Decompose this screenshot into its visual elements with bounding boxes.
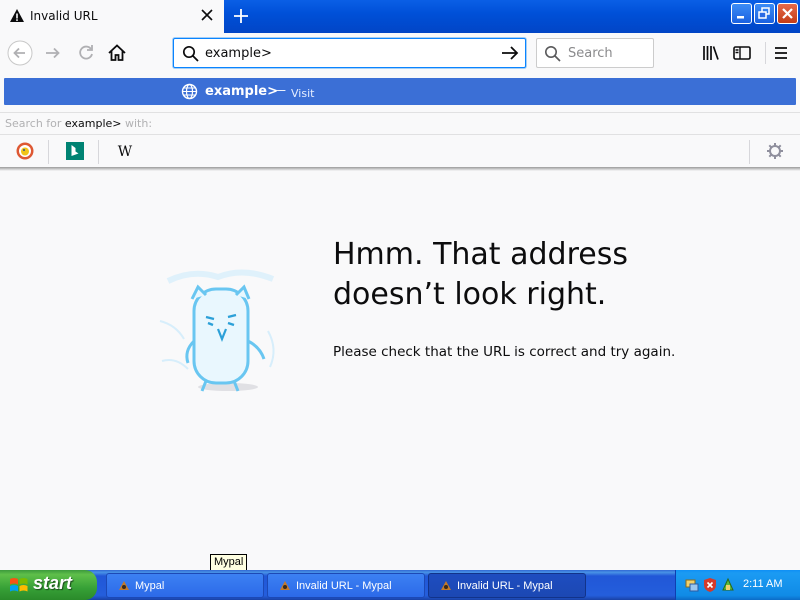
back-icon[interactable] — [7, 40, 33, 66]
mypal-icon — [119, 581, 129, 590]
tab-title: Invalid URL — [30, 9, 98, 23]
close-icon — [782, 8, 793, 19]
bing-icon[interactable] — [65, 141, 85, 161]
search-for-suffix: with: — [121, 117, 153, 130]
visit-label: Visit — [291, 87, 315, 100]
visit-suggestion-row[interactable]: example> — Visit — [4, 78, 796, 105]
update-icon[interactable] — [720, 577, 736, 593]
gear-icon[interactable] — [765, 141, 785, 161]
minimize-icon — [737, 16, 744, 19]
engine-separator — [48, 140, 49, 164]
page-title-line1: Hmm. That address — [333, 237, 628, 272]
search-icon — [182, 45, 199, 62]
navigation-toolbar: example> Search — [0, 33, 800, 73]
mypal-icon — [441, 581, 451, 590]
start-label: start — [33, 573, 73, 593]
search-icon — [545, 46, 561, 62]
search-for-row: Search for example> with: — [0, 112, 800, 134]
duckduckgo-icon[interactable] — [15, 141, 35, 161]
start-button[interactable]: start — [0, 570, 97, 600]
search-input[interactable]: Search — [568, 46, 613, 61]
forward-icon[interactable] — [40, 40, 66, 66]
url-suggestions-dropdown: example> — Visit Search for example> wit… — [0, 73, 800, 170]
taskbar-item[interactable]: Invalid URL - Mypal — [267, 573, 425, 598]
library-icon[interactable] — [698, 40, 724, 66]
restore-button[interactable] — [754, 3, 775, 24]
taskbar-item-active[interactable]: Invalid URL - Mypal — [428, 573, 586, 598]
visit-separator: — — [274, 83, 286, 97]
menu-icon[interactable] — [768, 40, 794, 66]
sidebar-icon[interactable] — [729, 40, 755, 66]
network-icon[interactable] — [684, 577, 700, 593]
reload-icon[interactable] — [73, 40, 99, 66]
error-illustration — [159, 269, 275, 392]
new-tab-icon[interactable] — [230, 5, 252, 27]
home-icon[interactable] — [104, 40, 130, 66]
page-title: Hmm. That address doesn’t look right. — [333, 235, 653, 315]
mypal-icon — [280, 581, 290, 590]
visit-url-text: example> — [205, 84, 278, 99]
taskbar-item-label: Mypal — [135, 580, 165, 592]
go-arrow-icon[interactable] — [500, 44, 520, 62]
close-tab-icon[interactable] — [198, 6, 216, 24]
taskbar: start Mypal Invalid URL - Mypal Invalid … — [0, 570, 800, 600]
minimize-button[interactable] — [731, 3, 752, 24]
toolbar-separator — [765, 42, 766, 64]
page-title-line2: doesn’t look right. — [333, 277, 607, 312]
tab-invalid-url[interactable]: Invalid URL — [0, 0, 224, 33]
search-for-prefix: Search for — [5, 117, 65, 130]
restore-icon — [758, 7, 770, 19]
system-tray: 2:11 AM — [675, 570, 800, 600]
taskbar-item-label: Invalid URL - Mypal — [457, 580, 553, 592]
engine-separator — [749, 140, 750, 164]
svg-text:W: W — [118, 144, 133, 160]
error-description: Please check that the URL is correct and… — [333, 344, 676, 360]
security-alert-icon[interactable] — [702, 577, 718, 593]
url-input[interactable]: example> — [205, 46, 272, 61]
wikipedia-icon[interactable]: W — [115, 141, 135, 161]
url-bar[interactable]: example> — [173, 38, 526, 68]
clock: 2:11 AM — [743, 578, 783, 590]
search-bar[interactable]: Search — [536, 38, 654, 68]
globe-icon — [181, 83, 198, 100]
engine-separator — [98, 140, 99, 164]
taskbar-tooltip: Mypal — [210, 554, 248, 571]
windows-logo-icon — [10, 578, 28, 592]
warning-icon — [10, 9, 24, 22]
taskbar-item[interactable]: Mypal — [106, 573, 264, 598]
search-engine-row: W — [0, 134, 800, 168]
search-for-query: example> — [64, 117, 122, 130]
error-page: Hmm. That address doesn’t look right. Pl… — [0, 171, 800, 570]
taskbar-item-label: Invalid URL - Mypal — [296, 580, 392, 592]
close-window-button[interactable] — [777, 3, 798, 24]
title-bar: Invalid URL — [0, 0, 800, 33]
